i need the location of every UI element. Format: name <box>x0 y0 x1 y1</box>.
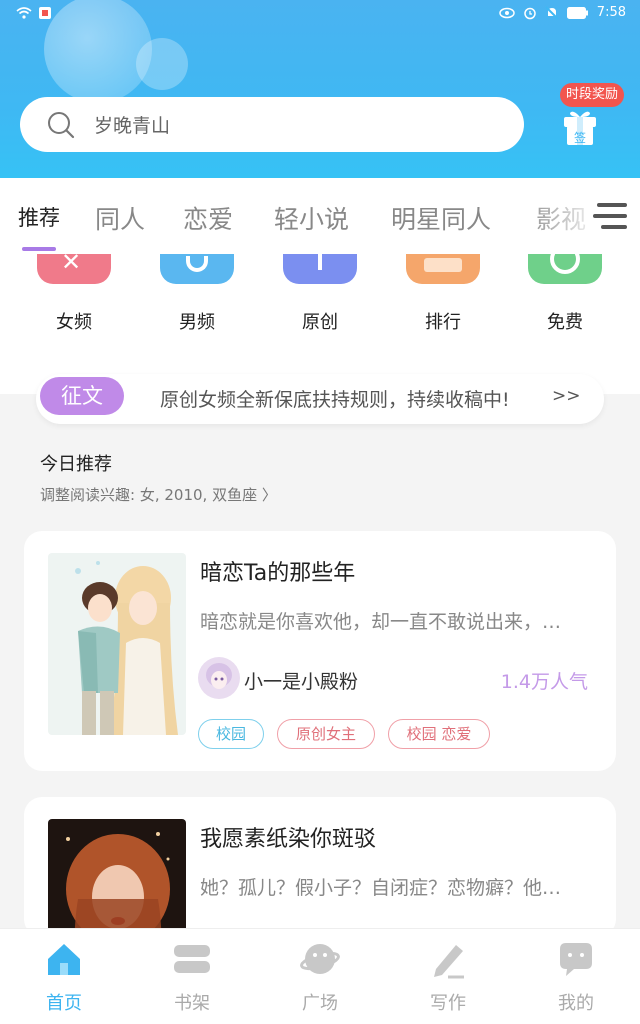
category-label: 原创 <box>302 312 338 333</box>
bottom-navigation: 首页 书架 广场 写作 我的 <box>0 928 640 1024</box>
category-female[interactable]: ✕ 女频 <box>36 254 112 333</box>
notice-text: 原创女频全新保底扶持规则，持续收稿中! <box>160 389 510 411</box>
planet-icon <box>300 939 340 979</box>
ranking-icon <box>406 254 480 284</box>
category-label: 免费 <box>547 312 583 333</box>
category-label: 男频 <box>179 312 215 333</box>
nav-label: 写作 <box>430 993 466 1014</box>
original-icon <box>283 254 357 284</box>
eye-icon <box>499 7 515 18</box>
svg-text:签: 签 <box>574 130 586 145</box>
tab-fade <box>520 178 600 248</box>
book-card[interactable]: 暗恋Ta的那些年 暗恋就是你喜欢他，却一直不敢说出来，… 小一是小殿粉 1.4万… <box>24 531 616 771</box>
category-shortcuts: ✕ 女频 男频 原创 排行 免费 <box>0 254 640 394</box>
book-description: 暗恋就是你喜欢他，却一直不敢说出来，… <box>200 611 562 633</box>
section-title: 今日推荐 <box>40 454 112 475</box>
search-bar[interactable]: 岁晚青山 <box>20 97 524 152</box>
female-channel-icon: ✕ <box>37 254 111 284</box>
nav-label: 书架 <box>174 993 210 1014</box>
time-reward-button[interactable]: 时段奖励 签 <box>558 83 628 153</box>
reward-badge: 时段奖励 <box>560 83 625 107</box>
battery-icon <box>566 6 588 19</box>
menu-icon[interactable] <box>593 201 627 231</box>
author-name: 小一是小殿粉 <box>244 671 359 693</box>
search-placeholder: 岁晚青山 <box>94 115 171 137</box>
nav-label: 广场 <box>302 993 338 1014</box>
male-channel-icon <box>160 254 234 284</box>
home-icon <box>44 939 84 979</box>
status-bar: 7:58 <box>0 0 640 28</box>
profile-chat-icon <box>556 939 596 979</box>
book-card[interactable]: 我愿素纸染你斑驳 她？孤儿？假小子？自闭症？恋物癖？他… <box>24 797 616 937</box>
status-time: 7:58 <box>596 5 626 20</box>
nav-label: 首页 <box>46 993 82 1014</box>
popularity-count: 1.4万人气 <box>500 671 588 693</box>
mute-icon <box>545 5 559 20</box>
active-tab-indicator <box>22 247 56 251</box>
alarm-icon <box>524 7 536 19</box>
category-label: 排行 <box>425 312 461 333</box>
tab-fanfic[interactable]: 同人 <box>95 200 145 236</box>
pen-icon <box>428 939 468 979</box>
book-description: 她？孤儿？假小子？自闭症？恋物癖？他… <box>200 877 562 899</box>
tab-celebrity-fanfic[interactable]: 明星同人 <box>391 200 491 236</box>
nav-profile[interactable]: 我的 <box>536 939 616 1015</box>
gift-icon: 签 <box>564 111 596 145</box>
contest-tag: 征文 <box>40 377 124 415</box>
nav-home[interactable]: 首页 <box>24 939 104 1015</box>
avatar <box>198 657 240 699</box>
tab-light-novel[interactable]: 轻小说 <box>274 200 349 236</box>
book-title: 我愿素纸染你斑驳 <box>200 827 377 852</box>
tab-romance[interactable]: 恋爱 <box>183 200 233 236</box>
search-icon <box>48 111 75 138</box>
book-cover <box>48 819 186 937</box>
category-ranking[interactable]: 排行 <box>405 254 481 333</box>
nav-label: 我的 <box>558 993 594 1014</box>
category-label: 女频 <box>56 312 92 333</box>
tab-recommend[interactable]: 推荐 <box>18 202 60 232</box>
category-free[interactable]: 免费 <box>527 254 603 333</box>
category-original[interactable]: 原创 <box>282 254 358 333</box>
contest-notice[interactable]: 征文 原创女频全新保底扶持规则，持续收稿中! >> <box>36 374 604 424</box>
book-title: 暗恋Ta的那些年 <box>200 561 356 586</box>
book-cover <box>48 553 186 735</box>
nav-bookshelf[interactable]: 书架 <box>152 939 232 1015</box>
book-tag[interactable]: 校园 恋爱 <box>388 719 490 749</box>
nav-write[interactable]: 写作 <box>408 939 488 1015</box>
bookshelf-icon <box>172 939 212 979</box>
category-male[interactable]: 男频 <box>159 254 235 333</box>
nav-square[interactable]: 广场 <box>280 939 360 1015</box>
notice-more-link[interactable]: >> <box>552 386 581 406</box>
interest-adjust-link[interactable]: 调整阅读兴趣: 女, 2010, 双鱼座 〉 <box>40 484 277 505</box>
free-icon <box>528 254 602 284</box>
book-tag[interactable]: 原创女主 <box>277 719 375 749</box>
book-tag[interactable]: 校园 <box>198 719 264 749</box>
notification-icon <box>39 7 51 19</box>
wifi-icon <box>16 7 32 19</box>
decor-bubble <box>136 38 188 90</box>
header: 7:58 岁晚青山 时段奖励 签 <box>0 0 640 178</box>
